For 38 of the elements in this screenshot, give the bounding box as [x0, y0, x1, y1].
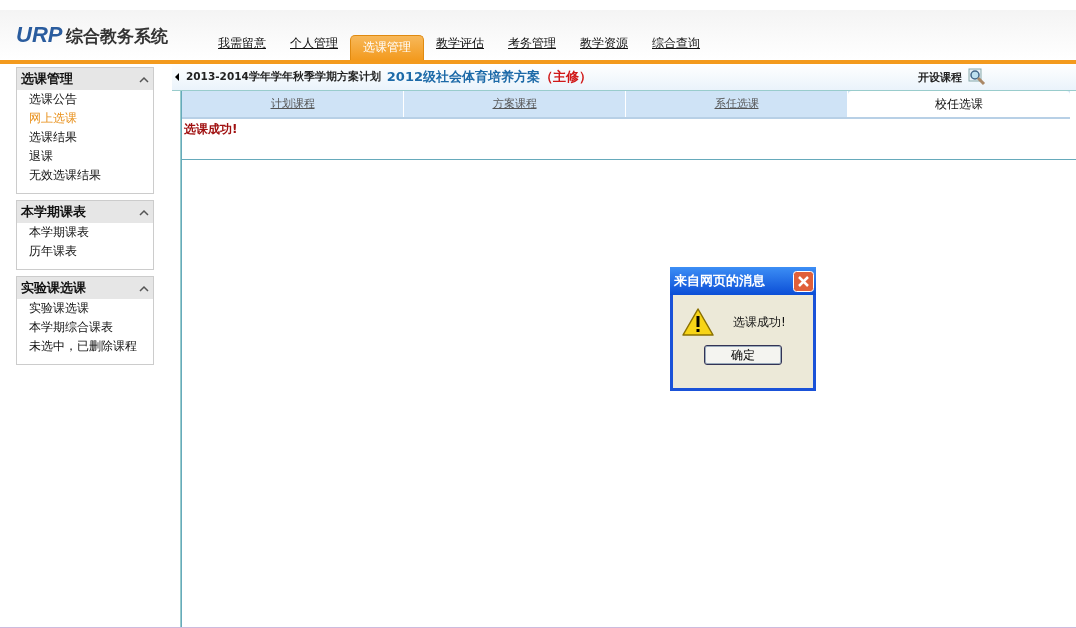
nav-tab[interactable]: 考务管理 — [496, 35, 568, 60]
nav-tab[interactable]: 个人管理 — [278, 35, 350, 60]
sidebar-item[interactable]: 未选中，已删除课程 — [17, 337, 153, 356]
plan-name: 2012级社会体育培养方案 — [386, 68, 540, 86]
collapse-arrow-icon[interactable] — [174, 71, 180, 83]
section-header[interactable]: 实验课选课 — [17, 277, 153, 299]
section-header[interactable]: 本学期课表 — [17, 201, 153, 223]
sidebar-item[interactable]: 历年课表 — [17, 242, 153, 261]
dialog-title: 来自网页的消息 — [674, 272, 765, 290]
caret-icon — [139, 75, 149, 83]
ok-button[interactable]: 确定 — [704, 345, 782, 365]
sidebar-item[interactable]: 本学期综合课表 — [17, 318, 153, 337]
caret-icon — [139, 208, 149, 216]
sidebar-item[interactable]: 选课结果 — [17, 128, 153, 147]
nav-tab[interactable]: 教学资源 — [568, 35, 640, 60]
warning-icon — [681, 307, 715, 337]
status-message: 选课成功! — [184, 122, 238, 136]
course-tab[interactable]: 计划课程 — [182, 91, 404, 117]
logo-mark: URP — [16, 22, 63, 48]
major-label: （主修） — [540, 68, 592, 86]
nav-tab[interactable]: 我需留意 — [206, 35, 278, 60]
sidebar-item[interactable]: 本学期课表 — [17, 223, 153, 242]
sidebar-item[interactable]: 无效选课结果 — [17, 166, 153, 185]
sidebar-item[interactable]: 选课公告 — [17, 90, 153, 109]
sidebar-item[interactable]: 实验课选课 — [17, 299, 153, 318]
sidebar-item[interactable]: 退课 — [17, 147, 153, 166]
close-icon[interactable] — [793, 270, 814, 292]
course-tab[interactable]: 校任选课 — [848, 91, 1070, 117]
system-title: 综合教务系统 — [66, 25, 169, 48]
term-label: 2013-2014学年学年秋季学期方案计划 — [186, 70, 381, 84]
caret-icon — [139, 284, 149, 292]
search-icon[interactable] — [968, 68, 986, 86]
section-header[interactable]: 选课管理 — [17, 68, 153, 90]
dialog-message: 选课成功! — [733, 313, 786, 331]
nav-tab[interactable]: 教学评估 — [424, 35, 496, 60]
nav-tab[interactable]: 综合查询 — [640, 35, 712, 60]
course-tab[interactable]: 方案课程 — [404, 91, 626, 117]
course-offering-link[interactable]: 开设课程 — [918, 69, 962, 85]
